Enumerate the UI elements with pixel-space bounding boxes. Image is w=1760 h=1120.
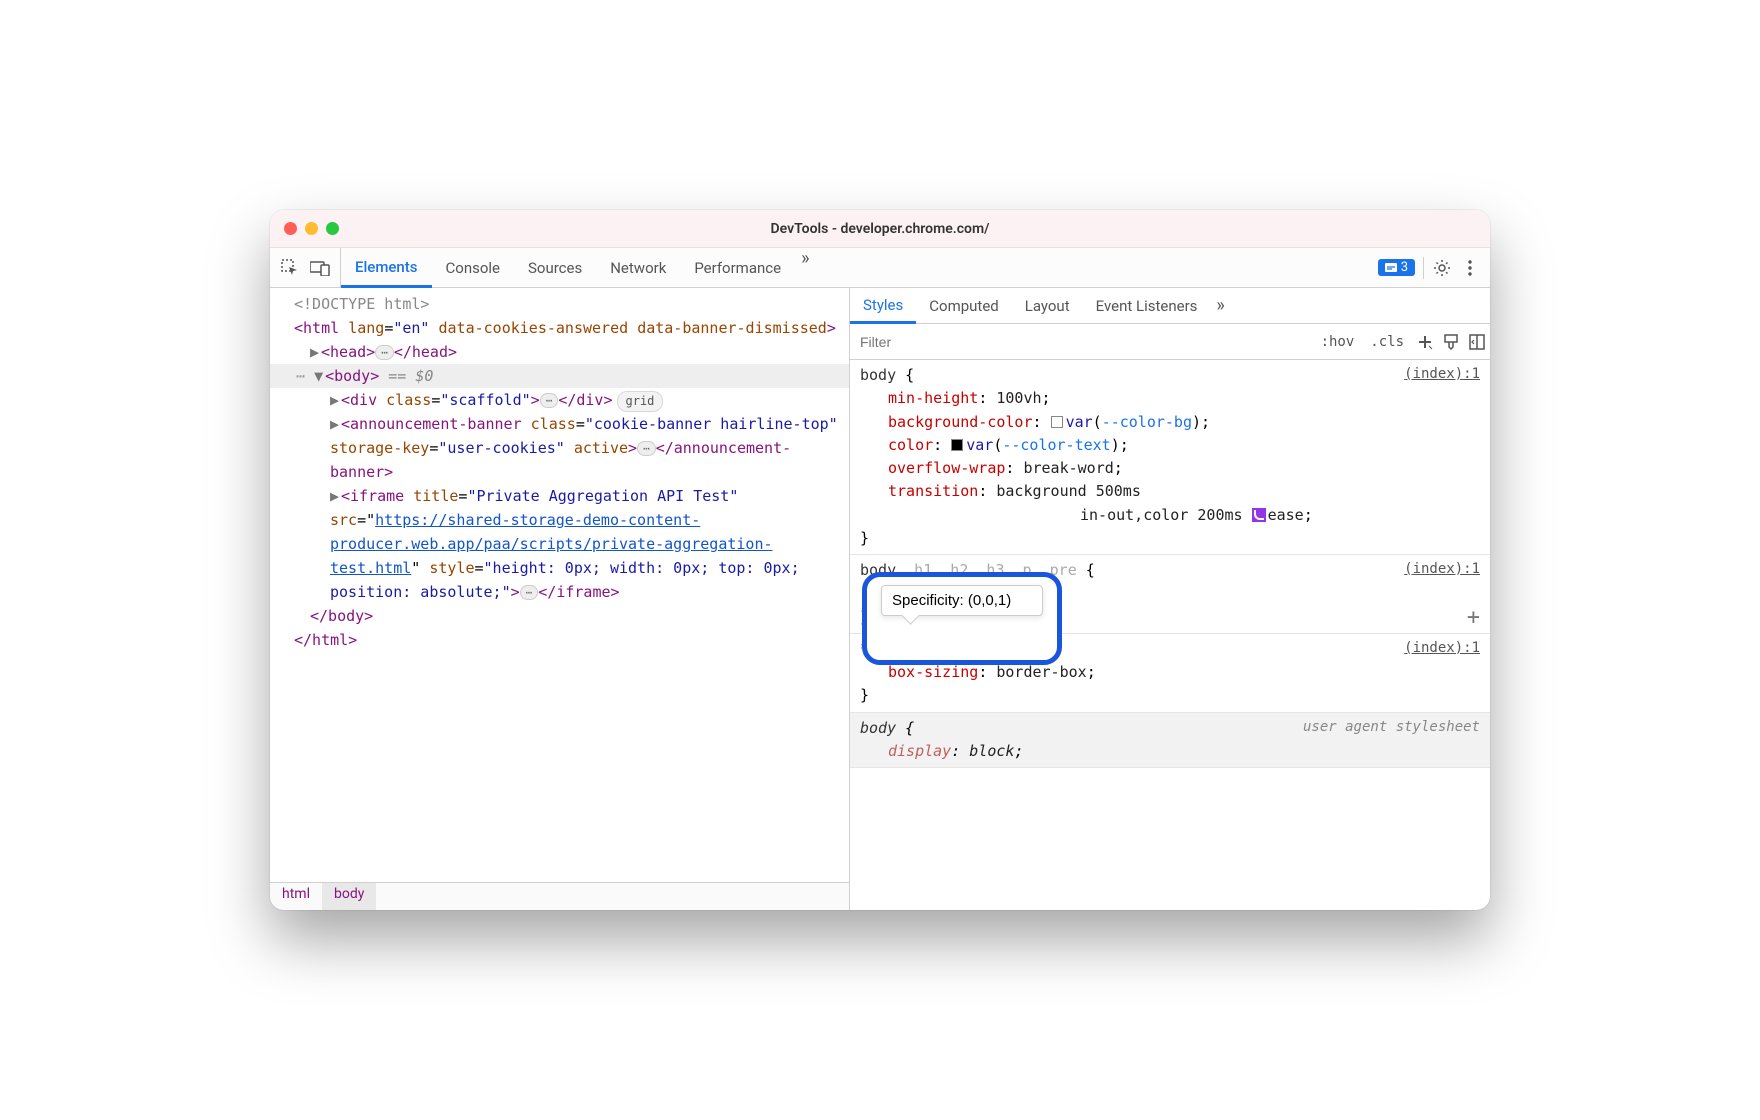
ellipsis-icon[interactable]: ⋯ bbox=[637, 441, 656, 456]
specificity-highlight: Specificity: (0,0,1) bbox=[862, 572, 1062, 665]
rule-source-link[interactable]: (index):1 bbox=[1404, 364, 1480, 386]
tab-console[interactable]: Console bbox=[432, 248, 515, 287]
hov-toggle[interactable]: :hov bbox=[1313, 324, 1363, 359]
devtools-window: DevTools - developer.chrome.com/ Element… bbox=[270, 210, 1490, 910]
dom-iframe[interactable]: ▶<iframe title="Private Aggregation API … bbox=[270, 484, 849, 604]
device-toolbar-icon[interactable] bbox=[310, 258, 330, 278]
more-styles-tabs-icon[interactable]: » bbox=[1210, 295, 1230, 316]
ellipsis-icon[interactable]: ⋯ bbox=[520, 585, 539, 600]
specificity-tooltip: Specificity: (0,0,1) bbox=[881, 585, 1043, 616]
color-swatch-icon[interactable] bbox=[1051, 416, 1063, 428]
tab-styles[interactable]: Styles bbox=[850, 289, 916, 324]
ellipsis-icon[interactable]: ⋯ bbox=[375, 345, 394, 360]
style-rule-body[interactable]: (index):1 body { min-height: 100vh; back… bbox=[850, 360, 1490, 555]
tab-sources[interactable]: Sources bbox=[514, 248, 596, 287]
filter-input[interactable] bbox=[850, 324, 1313, 359]
dom-body-selected[interactable]: ⋯ ▼<body> == $0 bbox=[270, 364, 849, 388]
styles-tabs: Styles Computed Layout Event Listeners » bbox=[850, 288, 1490, 324]
tab-computed[interactable]: Computed bbox=[916, 288, 1012, 323]
add-property-icon[interactable]: + bbox=[1467, 607, 1480, 629]
dom-html-open[interactable]: <html lang="en" data-cookies-answered da… bbox=[270, 316, 849, 340]
dom-body-close[interactable]: </body> bbox=[270, 604, 849, 628]
rule-source-label: user agent stylesheet bbox=[1303, 717, 1480, 739]
issues-badge[interactable]: 3 bbox=[1378, 259, 1415, 276]
main-toolbar: Elements Console Sources Network Perform… bbox=[270, 248, 1490, 288]
toggle-computed-icon[interactable] bbox=[1464, 324, 1490, 359]
dom-announcement-banner[interactable]: ▶<announcement-banner class="cookie-bann… bbox=[270, 412, 849, 484]
grid-badge[interactable]: grid bbox=[617, 391, 664, 412]
tab-layout[interactable]: Layout bbox=[1012, 288, 1083, 323]
titlebar: DevTools - developer.chrome.com/ bbox=[270, 210, 1490, 248]
paint-brush-icon[interactable] bbox=[1438, 324, 1464, 359]
dom-doctype[interactable]: <!DOCTYPE html> bbox=[270, 292, 849, 316]
crumb-html[interactable]: html bbox=[270, 883, 322, 910]
dom-scaffold[interactable]: ▶<div class="scaffold">⋯</div>grid bbox=[270, 388, 849, 412]
rule-source-link[interactable]: (index):1 bbox=[1404, 559, 1480, 581]
breadcrumb: html body bbox=[270, 882, 849, 910]
tab-elements[interactable]: Elements bbox=[341, 248, 432, 288]
window-title: DevTools - developer.chrome.com/ bbox=[270, 221, 1490, 237]
style-rule-user-agent[interactable]: user agent stylesheet body { display: bl… bbox=[850, 713, 1490, 769]
dom-head[interactable]: ▶<head>⋯</head> bbox=[270, 340, 849, 364]
tab-performance[interactable]: Performance bbox=[680, 248, 795, 287]
crumb-body[interactable]: body bbox=[322, 883, 376, 910]
panel-tabs: Elements Console Sources Network Perform… bbox=[341, 248, 816, 287]
dom-html-close[interactable]: </html> bbox=[270, 628, 849, 652]
new-style-rule-icon[interactable] bbox=[1412, 324, 1438, 359]
more-options-icon[interactable] bbox=[1460, 258, 1480, 278]
rule-source-link[interactable]: (index):1 bbox=[1404, 638, 1480, 660]
inspect-element-icon[interactable] bbox=[280, 258, 300, 278]
cls-toggle[interactable]: .cls bbox=[1362, 324, 1412, 359]
styles-filter-bar: :hov .cls bbox=[850, 324, 1490, 360]
color-swatch-icon[interactable] bbox=[951, 439, 963, 451]
ellipsis-icon[interactable]: ⋯ bbox=[540, 393, 559, 408]
more-tabs-icon[interactable]: » bbox=[795, 248, 815, 287]
settings-icon[interactable] bbox=[1432, 258, 1452, 278]
dom-tree[interactable]: <!DOCTYPE html> <html lang="en" data-coo… bbox=[270, 288, 849, 882]
tab-network[interactable]: Network bbox=[596, 248, 680, 287]
tab-event-listeners[interactable]: Event Listeners bbox=[1083, 288, 1211, 323]
bezier-editor-icon[interactable] bbox=[1252, 508, 1266, 522]
elements-panel: <!DOCTYPE html> <html lang="en" data-coo… bbox=[270, 288, 850, 910]
